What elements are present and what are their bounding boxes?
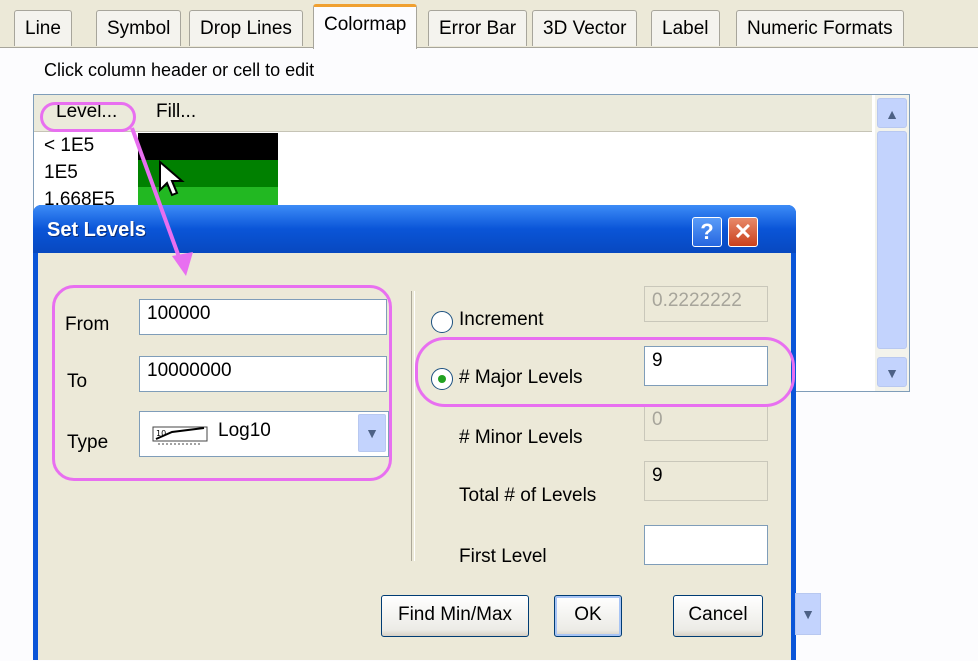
annotation-arrow-icon [130,127,193,276]
tab-colormap[interactable]: Colormap [313,4,418,49]
